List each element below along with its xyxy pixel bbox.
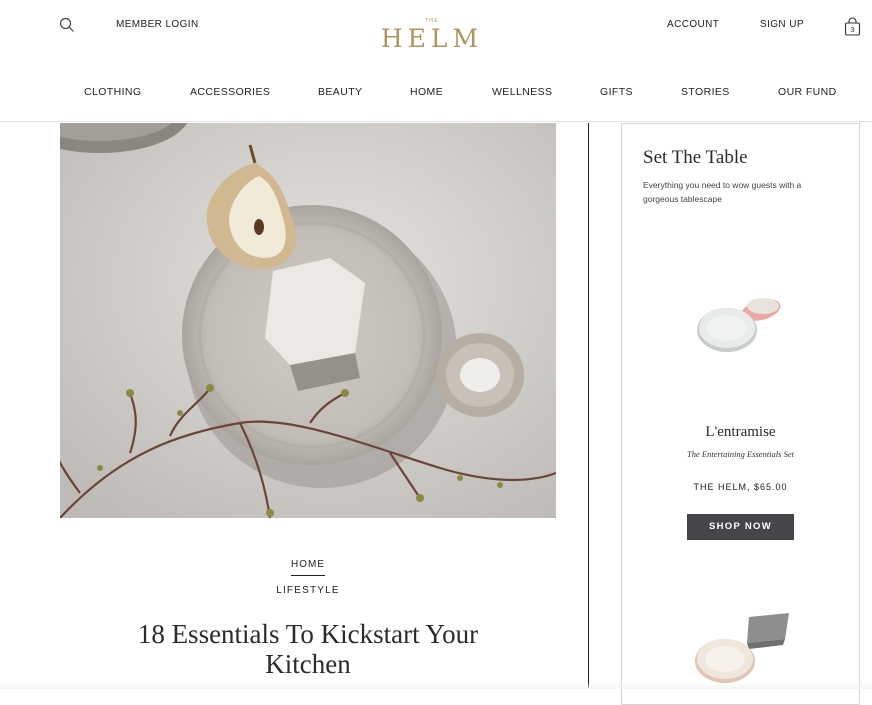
category-home-link[interactable]: HOME bbox=[291, 559, 325, 576]
search-icon[interactable] bbox=[59, 17, 75, 33]
header-divider bbox=[0, 121, 872, 122]
bottom-fade bbox=[0, 683, 872, 689]
nav-item-accessories[interactable]: ACCESSORIES bbox=[190, 86, 270, 98]
product-image[interactable] bbox=[691, 284, 795, 374]
account-link[interactable]: ACCOUNT bbox=[667, 19, 719, 30]
nav-item-our-fund[interactable]: OUR FUND bbox=[778, 86, 837, 98]
article-title: 18 Essentials To Kickstart Your Kitchen bbox=[137, 619, 479, 679]
sidebar-subtitle: Everything you need to wow guests with a… bbox=[643, 180, 802, 204]
product-price: THE HELM, $65.00 bbox=[693, 482, 788, 492]
sign-up-link[interactable]: SIGN UP bbox=[760, 19, 804, 30]
nav-item-wellness[interactable]: WELLNESS bbox=[492, 86, 552, 98]
sidebar-title: Set The Table bbox=[643, 147, 748, 168]
cart-count: 3 bbox=[850, 25, 855, 34]
product-name[interactable]: L'entramise bbox=[622, 424, 859, 441]
logo-wordmark: HELM bbox=[380, 24, 484, 53]
hero-image[interactable] bbox=[60, 123, 556, 518]
product-image[interactable] bbox=[691, 609, 795, 689]
helm-logo[interactable]: THE HELM bbox=[372, 17, 492, 57]
article-subcategory[interactable]: LIFESTYLE bbox=[60, 585, 556, 596]
nav-item-stories[interactable]: STORIES bbox=[681, 86, 730, 98]
nav-item-clothing[interactable]: CLOTHING bbox=[84, 86, 141, 98]
column-divider bbox=[588, 123, 589, 689]
shopping-bag-icon[interactable]: 3 bbox=[844, 17, 861, 36]
article-category: HOME bbox=[60, 559, 556, 576]
nav-item-home[interactable]: HOME bbox=[410, 86, 443, 98]
shop-now-button[interactable]: SHOP NOW bbox=[687, 514, 794, 540]
sidebar-promo: Set The Table Everything you need to wow… bbox=[621, 123, 860, 705]
nav-item-beauty[interactable]: BEAUTY bbox=[318, 86, 362, 98]
nav-item-gifts[interactable]: GIFTS bbox=[600, 86, 633, 98]
member-login-link[interactable]: MEMBER LOGIN bbox=[116, 19, 199, 30]
product-tagline: The Entertaining Essentials Set bbox=[687, 449, 794, 459]
